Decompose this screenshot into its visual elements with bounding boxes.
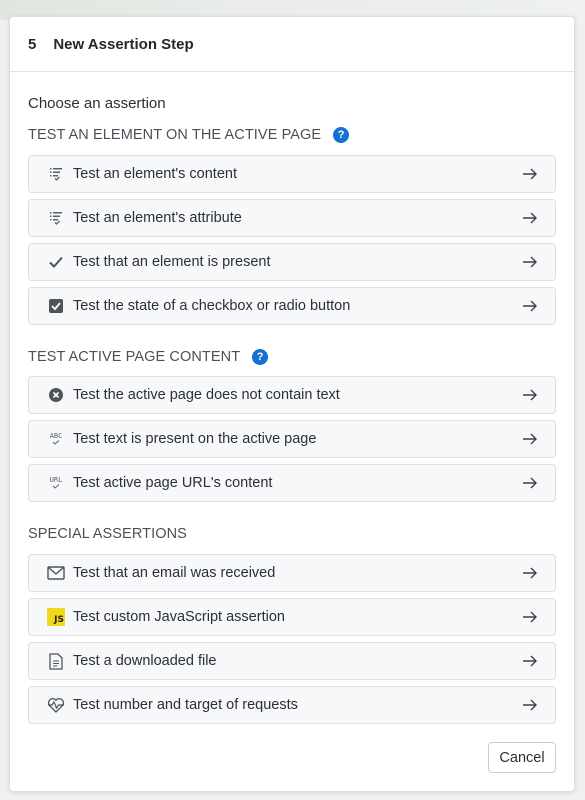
arrow-right-icon xyxy=(522,255,538,269)
heartbeat-icon xyxy=(47,696,65,714)
assertion-label: Test active page URL's content xyxy=(73,475,273,491)
assertion-label: Test custom JavaScript assertion xyxy=(73,609,285,625)
step-number: 5 xyxy=(28,35,37,53)
arrow-right-icon xyxy=(522,654,538,668)
url-icon: URL xyxy=(47,474,65,492)
arrow-right-icon xyxy=(522,167,538,181)
circle-x-icon xyxy=(47,386,65,404)
arrow-right-icon xyxy=(522,476,538,490)
arrow-right-icon xyxy=(522,299,538,313)
assertion-page-url[interactable]: URL Test active page URL's content xyxy=(28,464,556,502)
help-icon[interactable]: ? xyxy=(333,127,350,143)
filter-lines-icon xyxy=(47,165,65,183)
js-badge-text: JS xyxy=(47,608,65,626)
assertion-requests[interactable]: Test number and target of requests xyxy=(28,686,556,724)
assertion-element-present[interactable]: Test that an element is present xyxy=(28,243,556,281)
checkbox-icon xyxy=(47,297,65,315)
special-assertion-list: Test that an email was received JS Test … xyxy=(28,554,556,724)
section-title-page-content: TEST ACTIVE PAGE CONTENT ? xyxy=(28,347,556,367)
assertion-label: Test a downloaded file xyxy=(73,653,217,669)
element-assertion-list: Test an element's content Test an elemen… xyxy=(28,155,556,325)
panel-header: 5 New Assertion Step xyxy=(10,17,574,72)
cancel-button[interactable]: Cancel xyxy=(488,742,556,773)
javascript-icon: JS xyxy=(47,608,65,626)
assertion-label: Test the state of a checkbox or radio bu… xyxy=(73,298,351,314)
envelope-icon xyxy=(47,564,65,582)
check-icon xyxy=(47,253,65,271)
assertion-element-attribute[interactable]: Test an element's attribute xyxy=(28,199,556,237)
assertion-email-received[interactable]: Test that an email was received xyxy=(28,554,556,592)
section-title-label: TEST ACTIVE PAGE CONTENT xyxy=(28,349,241,365)
section-title-label: SPECIAL ASSERTIONS xyxy=(28,526,187,542)
assertion-checkbox-state[interactable]: Test the state of a checkbox or radio bu… xyxy=(28,287,556,325)
abc-icon-text: ABC xyxy=(49,432,63,440)
filter-lines-icon xyxy=(47,209,65,227)
url-icon-text: URL xyxy=(49,476,63,484)
panel-title: New Assertion Step xyxy=(53,35,194,53)
assertion-label: Test text is present on the active page xyxy=(73,431,317,447)
assertion-label: Test number and target of requests xyxy=(73,697,298,713)
abc-icon: ABC xyxy=(47,430,65,448)
assertion-downloaded-file[interactable]: Test a downloaded file xyxy=(28,642,556,680)
file-icon xyxy=(47,652,65,670)
assertion-javascript[interactable]: JS Test custom JavaScript assertion xyxy=(28,598,556,636)
arrow-right-icon xyxy=(522,698,538,712)
arrow-right-icon xyxy=(522,388,538,402)
arrow-right-icon xyxy=(522,566,538,580)
arrow-right-icon xyxy=(522,610,538,624)
assertion-label: Test an element's attribute xyxy=(73,210,242,226)
arrow-right-icon xyxy=(522,432,538,446)
assertion-label: Test that an email was received xyxy=(73,565,276,581)
panel-footer: Cancel xyxy=(488,742,556,773)
page-content-assertion-list: Test the active page does not contain te… xyxy=(28,376,556,502)
assertion-step-panel: 5 New Assertion Step Choose an assertion… xyxy=(9,16,575,792)
assertion-element-content[interactable]: Test an element's content xyxy=(28,155,556,193)
help-icon[interactable]: ? xyxy=(252,349,269,365)
subtitle: Choose an assertion xyxy=(28,95,166,112)
section-title-label: TEST AN ELEMENT ON THE ACTIVE PAGE xyxy=(28,127,322,143)
assertion-text-present[interactable]: ABC Test text is present on the active p… xyxy=(28,420,556,458)
assertion-label: Test that an element is present xyxy=(73,254,271,270)
assertion-label: Test the active page does not contain te… xyxy=(73,387,340,403)
assertion-page-not-contain-text[interactable]: Test the active page does not contain te… xyxy=(28,376,556,414)
section-title-element: TEST AN ELEMENT ON THE ACTIVE PAGE ? xyxy=(28,125,556,145)
assertion-label: Test an element's content xyxy=(73,166,237,182)
section-title-special: SPECIAL ASSERTIONS xyxy=(28,524,556,544)
arrow-right-icon xyxy=(522,211,538,225)
